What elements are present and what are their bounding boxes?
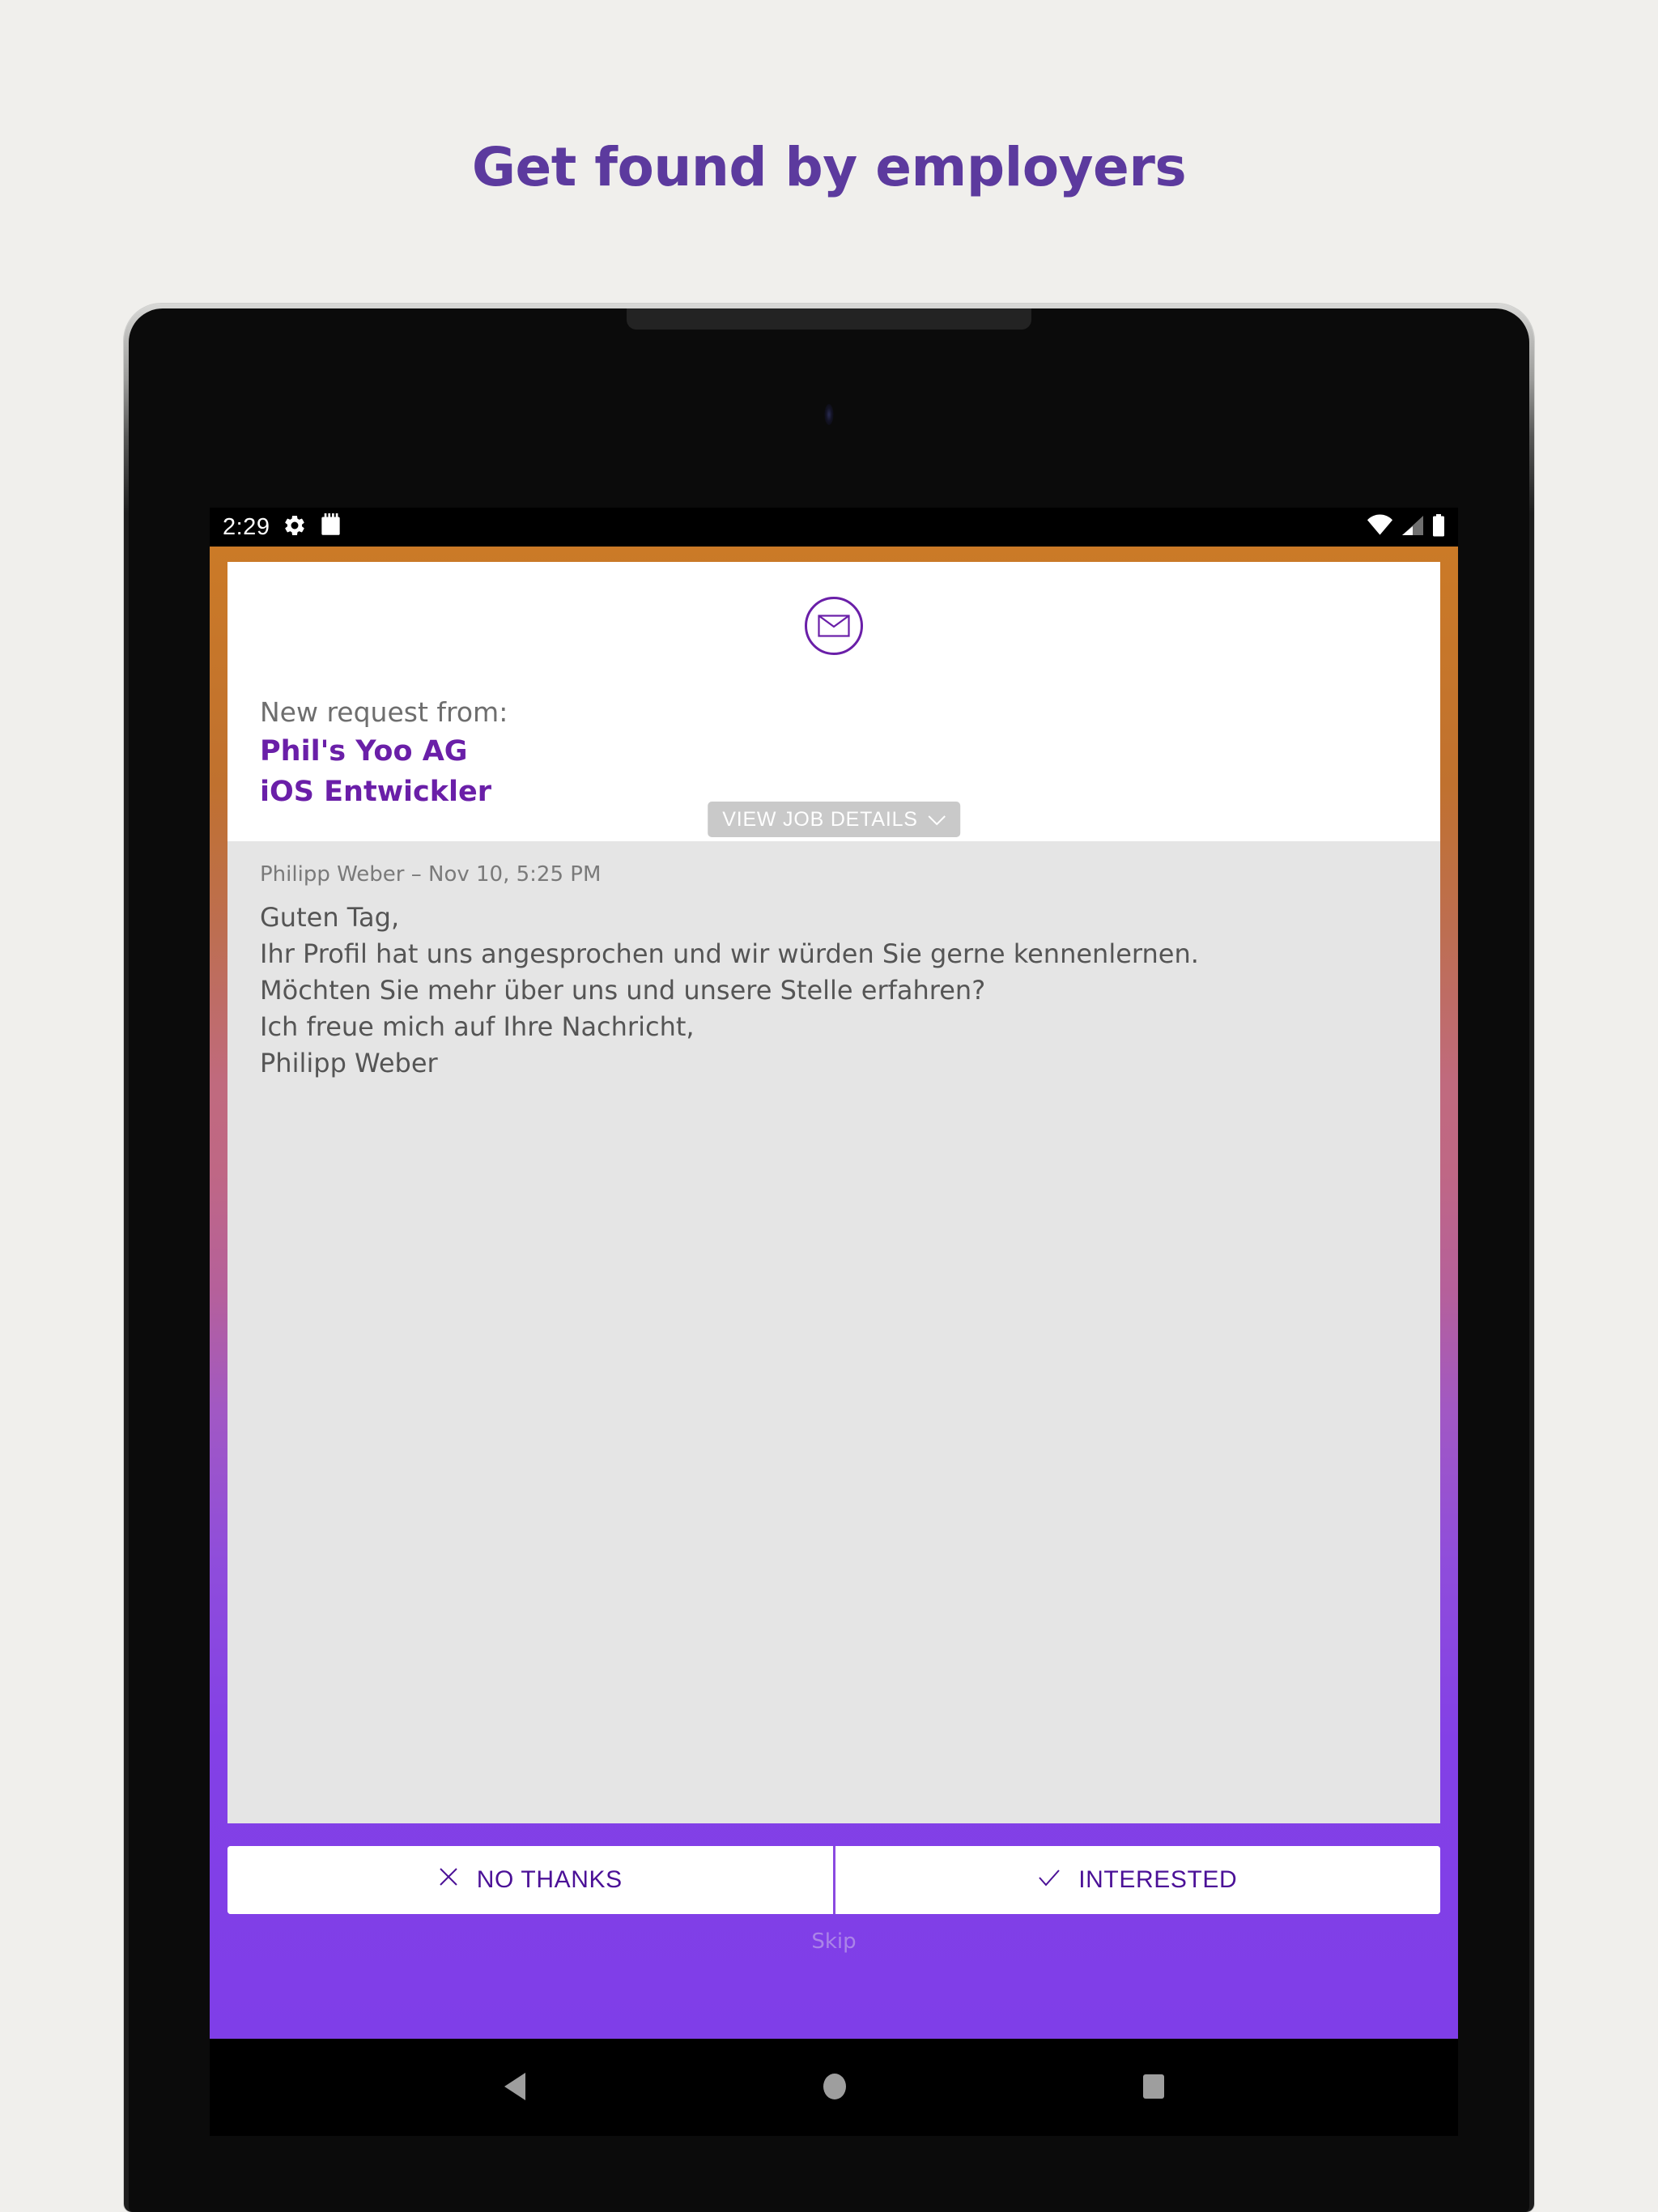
close-x-icon (438, 1866, 459, 1894)
tablet-device-frame: 2:29 New request from: Phil's Yoo AG iOS… (124, 304, 1534, 2212)
status-bar-left: 2:29 (223, 513, 342, 542)
tablet-bezel: 2:29 New request from: Phil's Yoo AG iOS… (129, 308, 1529, 2212)
message-body: Guten Tag, Ihr Profil hat uns angesproch… (260, 902, 1199, 1078)
nav-recents-button[interactable] (1136, 2071, 1171, 2104)
new-request-label: New request from: (260, 696, 508, 728)
status-bar: 2:29 (210, 508, 1458, 547)
battery-icon (1432, 513, 1445, 541)
envelope-icon (805, 597, 863, 655)
gear-icon (283, 513, 307, 542)
no-thanks-label: NO THANKS (476, 1866, 623, 1893)
company-name: Phil's Yoo AG (260, 735, 468, 768)
action-button-row: NO THANKS INTERESTED (227, 1846, 1440, 1914)
no-thanks-button[interactable]: NO THANKS (227, 1846, 833, 1914)
skip-link[interactable]: Skip (210, 1929, 1458, 1954)
check-icon (1038, 1866, 1061, 1894)
status-bar-right (1367, 513, 1445, 541)
recents-square-icon (1141, 2072, 1167, 2104)
wifi-icon (1367, 514, 1393, 541)
chevron-down-icon (928, 808, 946, 832)
view-job-details-button[interactable]: VIEW JOB DETAILS (708, 802, 960, 837)
nav-home-button[interactable] (816, 2070, 853, 2105)
message-card: Philipp Weber – Nov 10, 5:25 PM Guten Ta… (227, 841, 1440, 1823)
page-title: Get found by employers (471, 136, 1187, 198)
speaker-notch-icon (627, 308, 1031, 330)
status-clock: 2:29 (223, 513, 270, 540)
message-meta: Philipp Weber – Nov 10, 5:25 PM (260, 862, 602, 887)
front-camera-icon (824, 404, 834, 425)
view-job-details-label: VIEW JOB DETAILS (722, 807, 918, 831)
app-gradient-background: New request from: Phil's Yoo AG iOS Entw… (210, 547, 1458, 2039)
request-header-card: New request from: Phil's Yoo AG iOS Entw… (227, 562, 1440, 841)
android-nav-bar (210, 2039, 1458, 2136)
device-screen: 2:29 New request from: Phil's Yoo AG iOS… (210, 508, 1458, 2136)
job-role: iOS Entwickler (260, 776, 492, 808)
interested-button[interactable]: INTERESTED (832, 1846, 1440, 1914)
nav-back-button[interactable] (496, 2070, 534, 2105)
home-circle-icon (821, 2071, 848, 2104)
cell-signal-icon (1401, 514, 1425, 541)
back-triangle-icon (501, 2071, 529, 2104)
interested-label: INTERESTED (1078, 1866, 1238, 1893)
calendar-icon (320, 513, 342, 541)
